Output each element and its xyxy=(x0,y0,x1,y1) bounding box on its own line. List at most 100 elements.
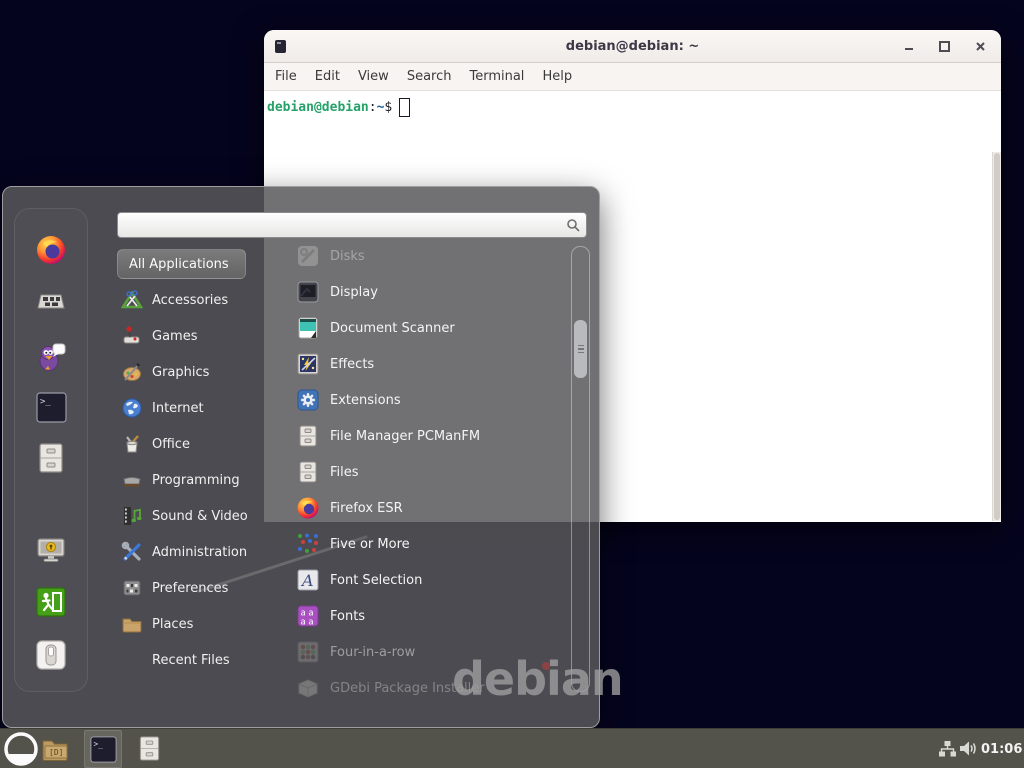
shut-down-button[interactable] xyxy=(34,638,68,672)
category-office[interactable]: Office xyxy=(117,426,259,462)
app-five-or-more[interactable]: Five or More xyxy=(265,526,565,562)
category-games[interactable]: Games xyxy=(117,318,259,354)
svg-text:A: A xyxy=(300,571,314,590)
category-programming[interactable]: Programming xyxy=(117,462,259,498)
maximize-button[interactable] xyxy=(938,40,951,53)
display-icon xyxy=(296,280,320,304)
four-in-a-row-icon xyxy=(296,640,320,664)
disks-icon xyxy=(296,244,320,268)
svg-text:>_: >_ xyxy=(93,739,103,748)
font-selection-icon: A xyxy=(296,568,320,592)
menu-logo-icon xyxy=(4,732,38,766)
app-display[interactable]: Display xyxy=(265,274,565,310)
games-icon xyxy=(121,325,143,347)
application-list: Disks Display xyxy=(265,238,565,707)
file-cabinet-icon xyxy=(296,424,320,448)
category-sound-video[interactable]: Sound & Video xyxy=(117,498,259,534)
app-firefox-esr[interactable]: Firefox ESR xyxy=(265,490,565,526)
category-graphics[interactable]: Graphics xyxy=(117,354,259,390)
app-search xyxy=(117,212,587,238)
keyboard-icon xyxy=(35,286,67,318)
taskbar-files-launcher[interactable] xyxy=(136,733,162,764)
app-list-scrollbar-handle[interactable] xyxy=(574,320,587,378)
app-fonts[interactable]: a a a a Fonts xyxy=(265,598,565,634)
debian-wordmark-dot xyxy=(542,662,550,670)
category-internet[interactable]: Internet xyxy=(117,390,259,426)
lock-screen-icon xyxy=(35,534,67,566)
category-accessories[interactable]: Accessories xyxy=(117,282,259,318)
terminal-scrollbar[interactable] xyxy=(992,152,1001,521)
file-cabinet-icon xyxy=(296,460,320,484)
app-font-selection[interactable]: A Font Selection xyxy=(265,562,565,598)
terminal-icon: >_ xyxy=(90,736,117,763)
app-file-manager-pcmanfm[interactable]: File Manager PCManFM xyxy=(265,418,565,454)
taskbar-file-manager-launcher[interactable]: [D] xyxy=(41,735,69,762)
menu-help[interactable]: Help xyxy=(533,69,581,84)
debian-wordmark: debian xyxy=(452,652,623,706)
terminal-cursor xyxy=(399,98,410,117)
favorite-firefox[interactable] xyxy=(34,233,68,267)
places-icon xyxy=(121,613,143,635)
effects-icon xyxy=(296,352,320,376)
office-icon xyxy=(121,433,143,455)
terminal-scrollbar-handle[interactable] xyxy=(994,153,1000,520)
network-tray-icon[interactable] xyxy=(938,740,956,757)
minimize-button[interactable] xyxy=(902,40,915,53)
favorites-rail: >_ xyxy=(14,208,88,692)
app-search-input[interactable] xyxy=(118,215,566,235)
menu-terminal[interactable]: Terminal xyxy=(460,69,533,84)
application-menu: >_ xyxy=(2,186,600,728)
category-recent-files[interactable]: Recent Files xyxy=(117,642,259,678)
document-scanner-icon xyxy=(296,316,320,340)
internet-icon xyxy=(121,397,143,419)
shut-down-icon xyxy=(35,639,67,671)
taskbar: [D] >_ xyxy=(0,728,1024,768)
svg-text:a a: a a xyxy=(301,618,314,628)
maximize-icon xyxy=(939,41,950,52)
taskbar-terminal-task[interactable]: >_ xyxy=(84,730,122,768)
terminal-window-title: debian@debian: ~ xyxy=(264,39,1001,54)
terminal-icon: >_ xyxy=(36,392,67,423)
app-extensions[interactable]: Extensions xyxy=(265,382,565,418)
app-list-scrollbar[interactable] xyxy=(571,246,590,692)
app-files[interactable]: Files xyxy=(265,454,565,490)
menu-view[interactable]: View xyxy=(349,69,398,84)
shell-prompt: debian@debian:~$ xyxy=(267,98,410,117)
log-out-button[interactable] xyxy=(34,585,68,619)
favorite-file-manager[interactable] xyxy=(34,441,68,475)
menu-edit[interactable]: Edit xyxy=(306,69,349,84)
close-button[interactable] xyxy=(974,40,987,53)
file-cabinet-icon xyxy=(137,734,162,763)
terminal-titlebar[interactable]: debian@debian: ~ xyxy=(264,30,1001,63)
svg-text:>_: >_ xyxy=(40,397,51,407)
firefox-icon xyxy=(35,234,67,266)
extensions-icon xyxy=(296,388,320,412)
fonts-icon: a a a a xyxy=(296,604,320,628)
category-administration[interactable]: Administration xyxy=(117,534,259,570)
menu-search[interactable]: Search xyxy=(398,69,461,84)
folder-icon: [D] xyxy=(41,736,69,762)
log-out-icon xyxy=(35,586,67,618)
search-icon xyxy=(566,218,580,232)
app-document-scanner[interactable]: Document Scanner xyxy=(265,310,565,346)
category-preferences[interactable]: Preferences xyxy=(117,570,259,606)
favorite-keyboard[interactable] xyxy=(34,285,68,319)
category-places[interactable]: Places xyxy=(117,606,259,642)
preferences-icon xyxy=(121,577,143,599)
menu-button[interactable] xyxy=(4,732,38,766)
graphics-icon xyxy=(121,361,143,383)
category-list: All Applications Accessories xyxy=(117,249,259,678)
pidgin-icon xyxy=(35,340,67,372)
firefox-icon xyxy=(296,496,320,520)
lock-screen-button[interactable] xyxy=(34,533,68,567)
app-effects[interactable]: Effects xyxy=(265,346,565,382)
menu-file[interactable]: File xyxy=(266,69,306,84)
taskbar-clock[interactable]: 01:06 xyxy=(981,729,1022,768)
volume-tray-icon[interactable] xyxy=(959,740,978,757)
category-all-applications[interactable]: All Applications xyxy=(117,249,246,279)
favorite-pidgin[interactable] xyxy=(34,339,68,373)
programming-icon xyxy=(121,469,143,491)
sound-video-icon xyxy=(121,505,143,527)
favorite-terminal[interactable]: >_ xyxy=(34,390,68,424)
app-disks[interactable]: Disks xyxy=(265,238,565,274)
